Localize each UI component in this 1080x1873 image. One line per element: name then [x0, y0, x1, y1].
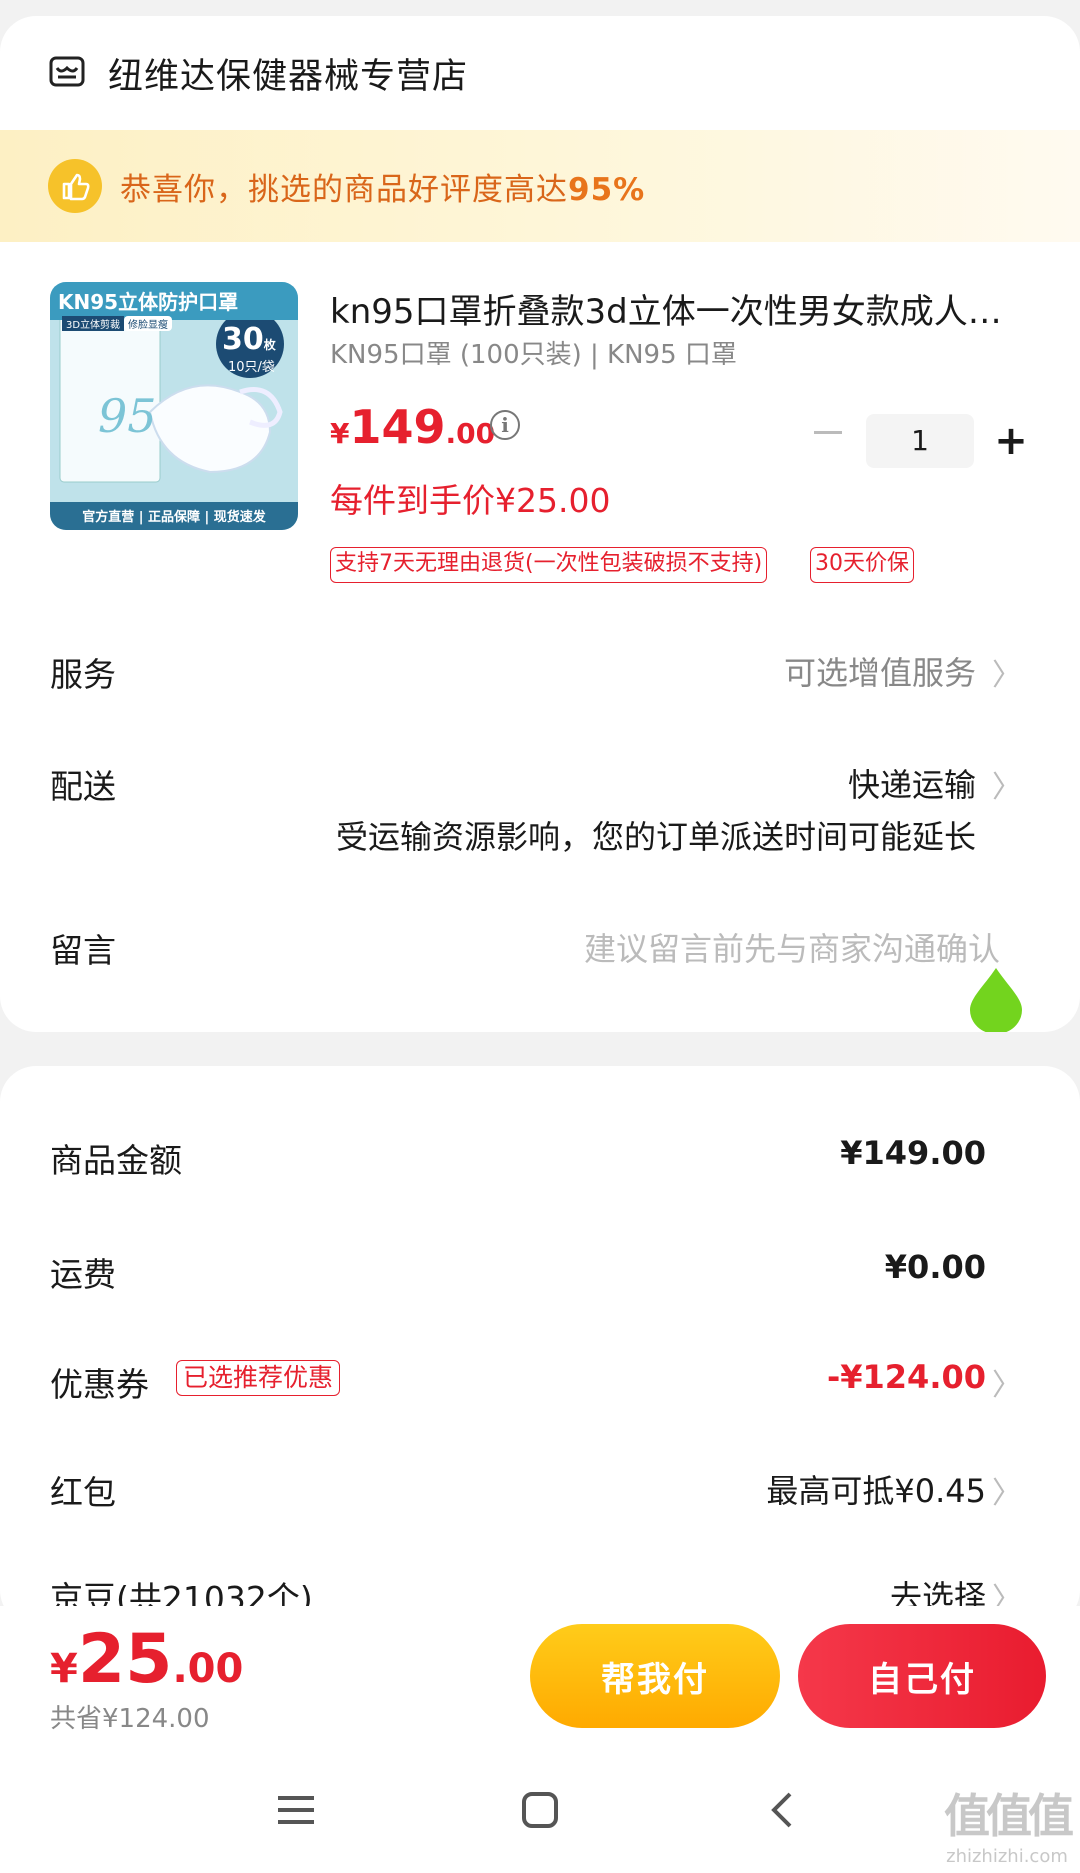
svg-text:95: 95 — [98, 389, 157, 443]
image-badge-sub2: 修脸显瘦 — [124, 316, 172, 331]
quantity-input[interactable]: 1 — [866, 414, 974, 468]
help-pay-button[interactable]: 帮我付 — [530, 1624, 780, 1728]
goods-amount-value: ¥149.00 — [840, 1134, 986, 1172]
product-price: ¥149.00 — [330, 400, 496, 454]
saved-amount: 共省¥124.00 — [50, 1704, 210, 1734]
order-card: 纽维达保健器械专营店 恭喜你，挑选的商品好评度高达95% 95 KN95立体防护… — [0, 16, 1080, 1032]
shipping-label: 运费 — [50, 1255, 116, 1294]
home-icon[interactable] — [516, 1786, 564, 1834]
drop-icon[interactable] — [968, 966, 1024, 1032]
praise-text: 恭喜你，挑选的商品好评度高达95% — [120, 171, 646, 208]
info-icon[interactable]: i — [490, 410, 520, 440]
back-icon[interactable] — [760, 1786, 808, 1834]
product-spec[interactable]: KN95口罩 (100只装) | KN95 口罩 — [330, 334, 737, 371]
product-title[interactable]: kn95口罩折叠款3d立体一次性男女款成人防护 — [330, 284, 1010, 333]
image-footer: 官方直营 | 正品保障 | 现货速发 — [82, 510, 266, 525]
product-image[interactable]: 95 KN95立体防护口罩 3D立体剪裁 修脸显瘦 30枚 10只/袋 官方直营… — [50, 282, 298, 530]
goods-amount-label: 商品金额 — [50, 1141, 182, 1180]
chevron-right-icon: 〉 — [992, 1368, 1022, 1403]
delivery-note: 受运输资源影响，您的订单派送时间可能延长 — [335, 818, 976, 856]
summary-card: 商品金额 ¥149.00 运费 ¥0.00 优惠券 已选推荐优惠 -¥124.0… — [0, 1066, 1080, 1626]
system-nav-bar: 值值值 zhizhizhi.com — [0, 1766, 1080, 1873]
message-input[interactable]: 建议留言前先与商家沟通确认 — [584, 924, 1000, 970]
service-value: 可选增值服务 — [783, 654, 976, 692]
delivery-value: 快递运输 — [847, 766, 976, 804]
chevron-right-icon: 〉 — [992, 1476, 1022, 1511]
self-pay-button[interactable]: 自己付 — [798, 1624, 1046, 1728]
quantity-decrement-button[interactable] — [810, 414, 846, 450]
quantity-increment-button[interactable]: + — [994, 414, 1028, 468]
menu-icon[interactable] — [272, 1786, 320, 1834]
image-pack: 10只/袋 — [228, 360, 275, 375]
image-badge-title: KN95立体防护口罩 — [58, 290, 239, 314]
store-name: 纽维达保健器械专营店 — [108, 56, 469, 97]
price-protect-tag: 30天价保 — [810, 547, 914, 583]
return-policy-tag: 支持7天无理由退货(一次性包装破损不支持) — [330, 547, 768, 583]
store-header[interactable]: 纽维达保健器械专营店 — [0, 16, 1080, 130]
total-price: ¥25.00 — [50, 1620, 244, 1699]
message-label: 留言 — [50, 931, 116, 970]
coupon-label: 优惠券 — [50, 1365, 149, 1404]
thumbs-up-icon — [48, 159, 102, 213]
watermark: 值值值 zhizhizhi.com — [944, 1789, 1074, 1867]
image-badge-sub: 3D立体剪裁 — [62, 316, 125, 331]
chevron-right-icon: 〉 — [992, 658, 1022, 693]
unit-price: 每件到手价¥25.00 — [330, 481, 611, 520]
store-icon — [49, 56, 85, 87]
redpacket-label: 红包 — [50, 1473, 116, 1512]
delivery-label: 配送 — [50, 767, 116, 806]
coupon-value: -¥124.00 — [826, 1358, 986, 1396]
checkout-bar: ¥25.00 共省¥124.00 帮我付 自己付 — [0, 1606, 1080, 1766]
service-label: 服务 — [50, 655, 116, 694]
shipping-value: ¥0.00 — [884, 1248, 986, 1286]
coupon-badge: 已选推荐优惠 — [176, 1360, 341, 1396]
redpacket-value: 最高可抵¥0.45 — [766, 1472, 986, 1510]
praise-banner: 恭喜你，挑选的商品好评度高达95% — [0, 130, 1080, 242]
image-count: 30枚 — [222, 322, 276, 357]
chevron-right-icon: 〉 — [992, 770, 1022, 805]
